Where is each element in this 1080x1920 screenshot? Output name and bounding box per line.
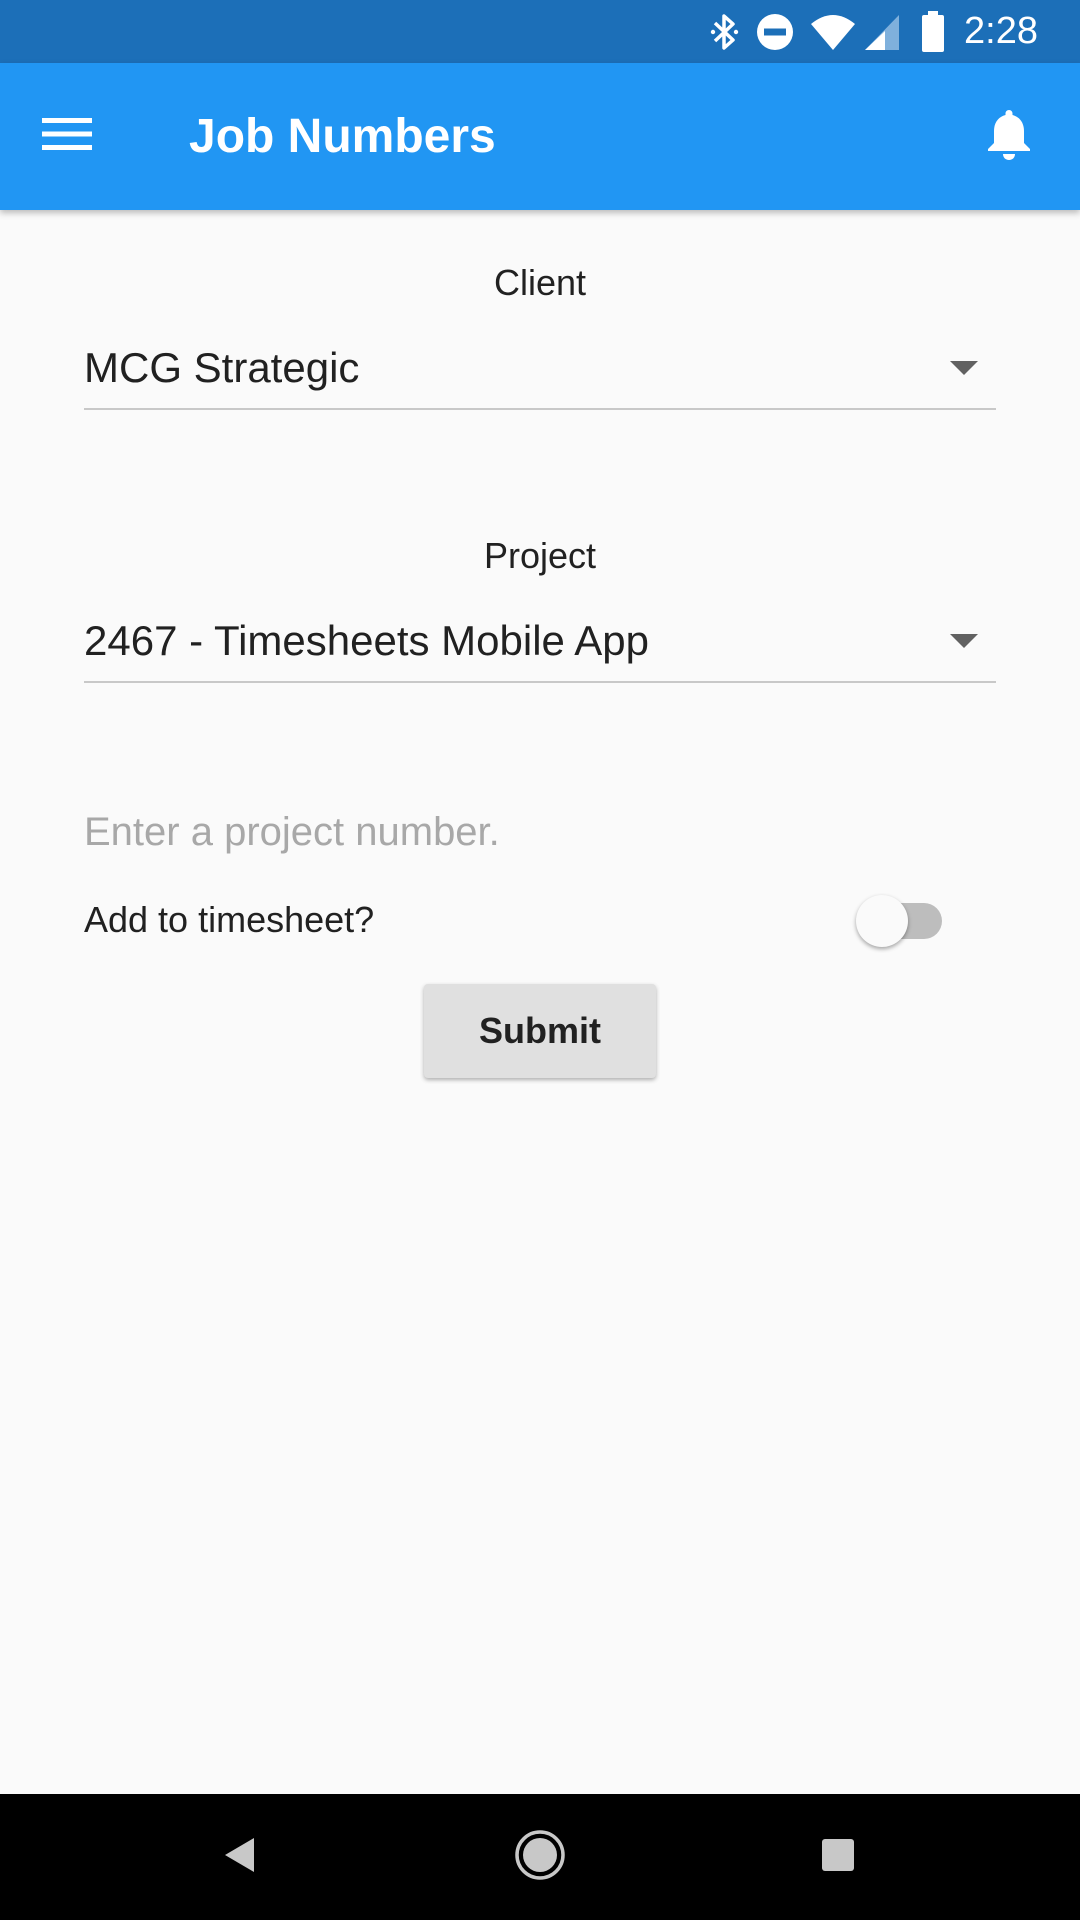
battery-icon	[918, 0, 948, 63]
home-button[interactable]	[500, 1817, 580, 1897]
status-bar: 2:28	[0, 0, 1080, 63]
recents-button[interactable]	[798, 1817, 878, 1897]
recents-icon	[821, 1838, 855, 1877]
app-bar: Job Numbers	[0, 63, 1080, 210]
wifi-icon	[808, 0, 858, 63]
project-dropdown[interactable]: 2467 - Timesheets Mobile App	[84, 601, 996, 683]
submit-button[interactable]: Submit	[424, 984, 656, 1078]
dropdown-arrow-icon	[950, 361, 978, 375]
client-label: Client	[493, 262, 587, 303]
back-icon	[223, 1836, 257, 1879]
home-icon	[514, 1829, 566, 1886]
client-selected-value: MCG Strategic	[84, 344, 360, 391]
add-to-timesheet-label: Add to timesheet?	[84, 899, 375, 940]
client-dropdown[interactable]: MCG Strategic	[84, 328, 996, 410]
dropdown-arrow-icon	[950, 634, 978, 648]
cell-signal-icon	[862, 0, 902, 63]
toggle-thumb	[856, 895, 908, 947]
navigation-bar	[0, 1794, 1080, 1920]
bell-icon	[986, 107, 1032, 166]
notifications-button[interactable]	[974, 101, 1044, 171]
back-button[interactable]	[200, 1817, 280, 1897]
menu-button[interactable]	[32, 101, 102, 171]
add-to-timesheet-toggle[interactable]	[852, 895, 952, 947]
status-time: 2:28	[964, 10, 1038, 52]
do-not-disturb-icon	[755, 0, 795, 63]
project-selected-value: 2467 - Timesheets Mobile App	[84, 617, 649, 664]
page-title: Job Numbers	[189, 110, 496, 163]
bluetooth-icon	[704, 0, 744, 63]
project-number-input[interactable]	[84, 800, 996, 864]
hamburger-menu-icon	[42, 116, 92, 157]
project-label: Project	[483, 535, 597, 576]
